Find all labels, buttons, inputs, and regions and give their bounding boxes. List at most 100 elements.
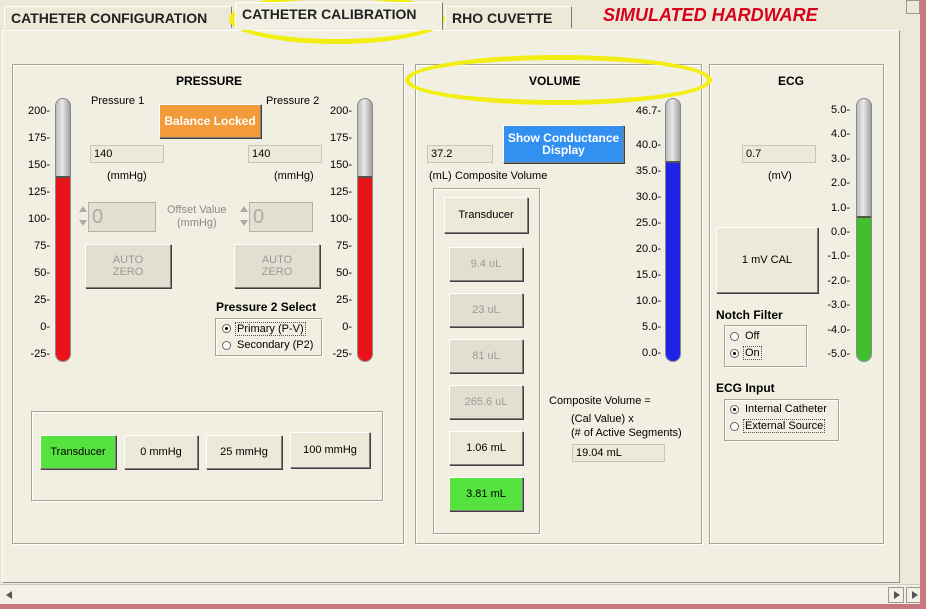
volume-23ul-button[interactable]: 23 uL <box>449 293 523 327</box>
formula-line1: Composite Volume = <box>549 395 651 407</box>
tab-rho-cuvette[interactable]: RHO CUVETTE <box>445 6 572 28</box>
ecg-title: ECG <box>778 74 805 88</box>
auto-zero2-line2: ZERO <box>261 266 293 278</box>
volume-tick: 35.0- <box>635 165 661 177</box>
pressure1-value: 140 <box>90 145 164 163</box>
tab-catheter-calibration[interactable]: CATHETER CALIBRATION <box>235 2 443 30</box>
tab-catheter-configuration[interactable]: CATHETER CONFIGURATION <box>4 6 232 28</box>
pressure2-unit: (mmHg) <box>274 170 314 182</box>
spin-down-icon[interactable] <box>79 220 87 226</box>
radio-secondary[interactable] <box>222 341 231 350</box>
auto-zero1-line1: AUTO <box>112 254 144 266</box>
gauge-fill <box>857 215 871 361</box>
volume-gauge <box>665 98 681 362</box>
window-border <box>0 604 926 609</box>
option-secondary-label[interactable]: Secondary (P2) <box>237 339 313 351</box>
volume-transducer-button[interactable]: Transducer <box>444 197 528 233</box>
offset2-input[interactable]: 0 <box>249 202 313 232</box>
gauge-fill <box>56 176 70 361</box>
volume-value: 37.2 <box>427 145 493 163</box>
pressure-0mmhg-button[interactable]: 0 mmHg <box>124 435 198 469</box>
pressure-100mmhg-button[interactable]: 100 mmHg <box>290 432 370 468</box>
ecg-gauge <box>856 98 872 362</box>
ecg-tick: 4.0- <box>831 128 850 141</box>
ecg-input-title: ECG Input <box>716 381 775 395</box>
scroll-right-icon[interactable] <box>888 587 904 603</box>
spin-up-icon[interactable] <box>240 206 248 212</box>
volume-tick: 25.0- <box>635 217 661 229</box>
ecg-tick: 3.0- <box>831 152 850 165</box>
gauge-fill <box>666 160 680 361</box>
offset1-spinner[interactable] <box>79 202 87 232</box>
pressure-25mmhg-button[interactable]: 25 mmHg <box>206 435 282 469</box>
pressure2-gauge <box>357 98 373 362</box>
pressure2-tick: 150- <box>329 159 352 171</box>
pressure1-tick: 150- <box>27 159 50 171</box>
volume-9-4ul-button[interactable]: 9.4 uL <box>449 247 523 281</box>
radio-internal-catheter[interactable] <box>730 405 739 414</box>
volume-3-81ml-button[interactable]: 3.81 mL <box>449 477 523 511</box>
external-source-label[interactable]: External Source <box>743 419 826 433</box>
pressure2-value: 140 <box>248 145 322 163</box>
formula-line3: (# of Active Segments) <box>571 427 682 439</box>
offset1-input[interactable]: 0 <box>88 202 156 232</box>
volume-1-06ml-button[interactable]: 1.06 mL <box>449 431 523 465</box>
pressure1-label: Pressure 1 <box>91 95 145 107</box>
volume-tick: 10.0- <box>635 295 661 307</box>
spin-up-icon[interactable] <box>79 206 87 212</box>
spin-down-icon[interactable] <box>240 220 248 226</box>
offset-label-line1: Offset Value <box>167 204 227 216</box>
ecg-tick: -5.0- <box>827 348 850 360</box>
pressure-title: PRESSURE <box>176 74 243 88</box>
ecg-tick: 2.0- <box>831 177 850 190</box>
auto-zero2-line1: AUTO <box>261 254 293 266</box>
pressure1-tick: 125- <box>27 186 50 198</box>
internal-catheter-label[interactable]: Internal Catheter <box>745 403 827 415</box>
volume-81ul-button[interactable]: 81 uL <box>449 339 523 373</box>
offset-label-line2: (mmHg) <box>177 217 217 229</box>
option-primary-label[interactable]: Primary (P-V) <box>235 322 306 336</box>
radio-primary[interactable] <box>222 324 231 333</box>
window-border-right <box>920 0 926 609</box>
scroll-left-icon[interactable] <box>4 588 14 602</box>
balance-locked-button[interactable]: Balance Locked <box>159 104 261 138</box>
highlight-ellipse-volume <box>405 55 712 105</box>
radio-notch-on[interactable] <box>730 349 739 358</box>
auto-zero2-button[interactable]: AUTO ZERO <box>234 244 320 288</box>
notch-off-label[interactable]: Off <box>745 330 759 342</box>
pressure-transducer-button[interactable]: Transducer <box>40 435 116 469</box>
ecg-value: 0.7 <box>742 145 816 163</box>
pressure1-tick: -25- <box>30 348 50 360</box>
notch-filter-title: Notch Filter <box>716 308 783 322</box>
pressure1-tick: 0- <box>40 321 50 333</box>
volume-265-6ul-button[interactable]: 265.6 uL <box>449 385 523 419</box>
ecg-tick: -4.0- <box>827 323 850 336</box>
composite-volume-label: Composite Volume <box>455 170 548 182</box>
ecg-1mv-cal-button[interactable]: 1 mV CAL <box>716 227 818 293</box>
pressure2-tick: -25- <box>332 348 352 360</box>
radio-external-source[interactable] <box>730 422 739 431</box>
formula-line2: (Cal Value) x <box>571 413 634 425</box>
volume-tick: 40.0- <box>635 139 661 151</box>
show-conductance-button[interactable]: Show Conductance Display <box>503 125 624 163</box>
pressure2-select-title: Pressure 2 Select <box>216 300 317 314</box>
notch-on-label[interactable]: On <box>743 346 762 360</box>
pressure2-tick: 25- <box>336 294 352 306</box>
auto-zero1-button[interactable]: AUTO ZERO <box>85 244 171 288</box>
volume-tick: 0.0- <box>642 347 661 359</box>
notch-filter-group <box>724 325 807 367</box>
pressure1-tick: 200- <box>27 105 50 117</box>
pressure2-tick: 100- <box>329 213 352 225</box>
horizontal-scrollbar[interactable] <box>0 584 920 604</box>
offset2-spinner[interactable] <box>240 202 248 232</box>
volume-tick: 15.0- <box>635 269 661 281</box>
pressure2-tick: 75- <box>336 240 352 252</box>
pressure1-tick: 100- <box>27 213 50 225</box>
ecg-tick: 1.0- <box>831 201 850 214</box>
volume-tick: 5.0- <box>642 321 661 333</box>
radio-notch-off[interactable] <box>730 332 739 341</box>
pressure1-tick: 75- <box>34 240 50 252</box>
pressure1-tick: 50- <box>34 267 50 279</box>
pressure1-tick: 25- <box>34 294 50 306</box>
pressure1-gauge <box>55 98 71 362</box>
